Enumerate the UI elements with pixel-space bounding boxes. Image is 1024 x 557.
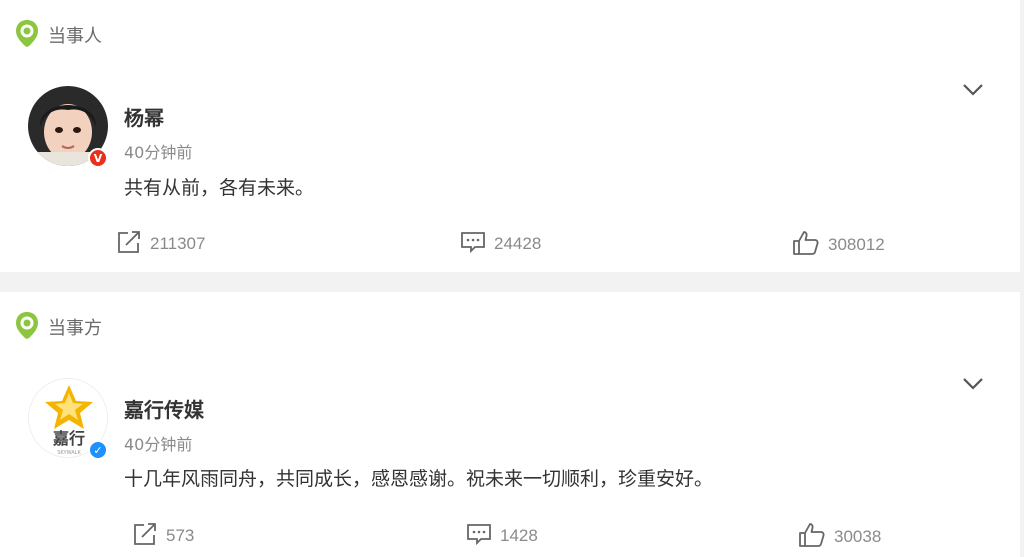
repost-count: 573 (166, 526, 195, 545)
like-count: 308012 (828, 235, 885, 254)
chevron-down-icon[interactable] (962, 376, 984, 395)
repost-button[interactable]: 211307 (116, 230, 205, 258)
like-button[interactable]: 308012 (792, 230, 885, 260)
post-text: 十几年风雨同舟，共同成长，感恩感谢。祝未来一切顺利，珍重安好。 (124, 468, 714, 490)
comment-count: 1428 (500, 526, 538, 545)
verified-badge-icon: ✓ (88, 440, 108, 460)
comment-button[interactable]: 24428 (460, 230, 541, 258)
post-time[interactable]: 40分钟前 (124, 139, 192, 163)
tag-label: 当事方 (48, 318, 102, 339)
tag-label: 当事人 (48, 26, 102, 47)
verified-badge-icon: V (88, 148, 108, 168)
post-card: 当事方 嘉行 SKYWALK ✓ 嘉行传媒 40分钟前 十几年风雨同舟，共同成长… (0, 292, 1020, 557)
post-tag: 当事人 (14, 18, 102, 52)
comment-button[interactable]: 1428 (466, 522, 538, 550)
chevron-down-icon[interactable] (962, 82, 984, 101)
post-card: 当事人 V 杨幂 40分钟前 共有从前，各有未来。 211307 24428 3… (0, 0, 1020, 272)
comment-count: 24428 (494, 234, 542, 253)
repost-icon (116, 230, 142, 258)
post-tag: 当事方 (14, 310, 102, 344)
thumbs-up-icon (798, 522, 826, 552)
avatar-logo-text: 嘉行 (52, 429, 85, 448)
like-count: 30038 (834, 527, 882, 546)
post-time[interactable]: 40分钟前 (124, 431, 192, 455)
tag-icon (14, 310, 40, 344)
post-text: 共有从前，各有未来。 (124, 177, 315, 199)
post-author[interactable]: 杨幂 (124, 102, 164, 131)
comment-icon (466, 522, 492, 550)
post-author[interactable]: 嘉行传媒 (124, 394, 204, 423)
comment-icon (460, 230, 486, 258)
like-button[interactable]: 30038 (798, 522, 881, 552)
thumbs-up-icon (792, 230, 820, 260)
repost-count: 211307 (150, 234, 206, 253)
repost-icon (132, 522, 158, 550)
tag-icon (14, 18, 40, 52)
avatar-logo-subtext: SKYWALK (57, 450, 81, 456)
repost-button[interactable]: 573 (132, 522, 194, 550)
